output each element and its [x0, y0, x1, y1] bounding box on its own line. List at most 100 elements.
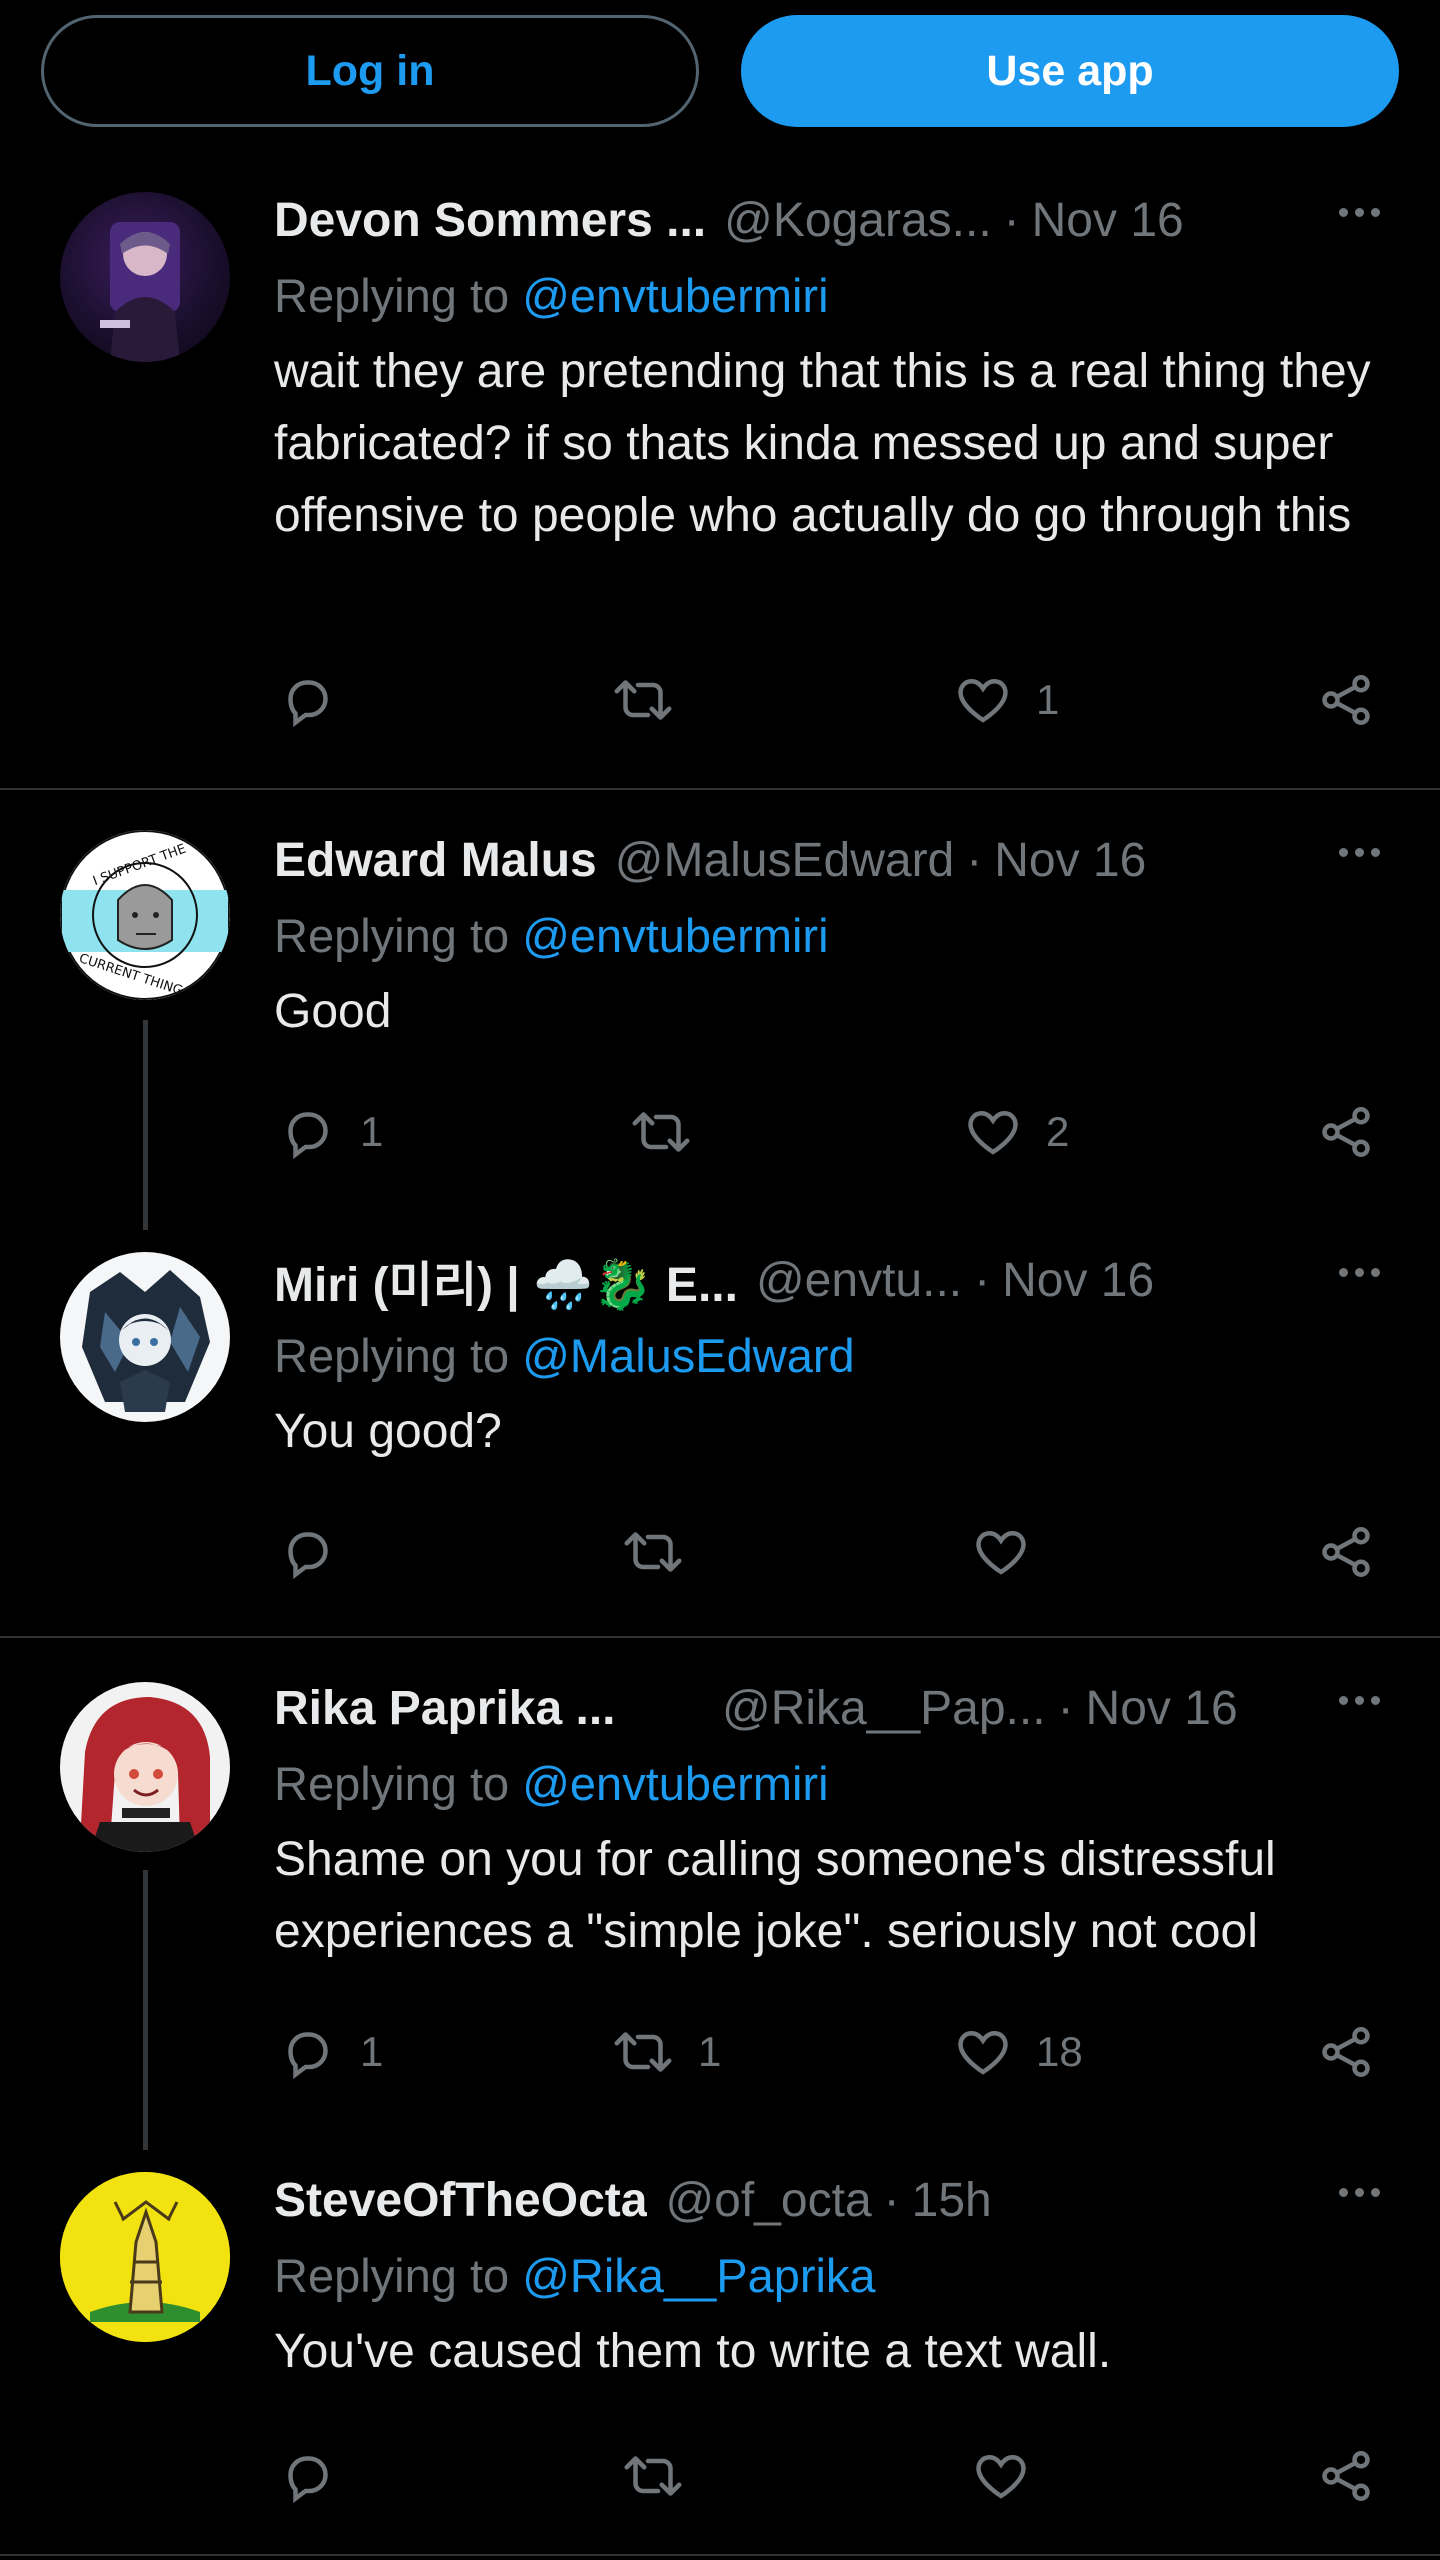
- timestamp[interactable]: Nov 16: [1086, 1681, 1238, 1736]
- more-options-icon[interactable]: [1339, 208, 1380, 217]
- npc-badge-icon: I SUPPORT THE CURRENT THING: [60, 830, 230, 1000]
- tweet[interactable]: Miri (미리) | 🌧️🐉 E... @envtu... · Nov 16 …: [0, 1210, 1440, 1638]
- replying-to: Replying to @Rika__Paprika: [274, 2244, 1380, 2308]
- tweet[interactable]: I SUPPORT THE CURRENT THING Edward Malus…: [0, 790, 1440, 1230]
- tweet-text: You've caused them to write a text wall.: [274, 2325, 1112, 2378]
- timestamp[interactable]: Nov 16: [1032, 193, 1184, 248]
- user-handle[interactable]: @MalusEdward: [615, 833, 955, 888]
- user-handle[interactable]: @envtu...: [756, 1253, 962, 1308]
- avatar-dark-figure-icon: [100, 222, 180, 362]
- retweet-button[interactable]: [620, 2446, 708, 2506]
- heart-icon: [976, 2454, 1026, 2499]
- display-name[interactable]: SteveOfTheOcta: [274, 2173, 647, 2228]
- divider: [0, 2554, 1440, 2556]
- like-count: 1: [1036, 676, 1060, 723]
- more-options-icon[interactable]: [1339, 1268, 1380, 1277]
- like-button[interactable]: 1: [952, 670, 1059, 730]
- heart-icon: [976, 1530, 1026, 1575]
- reply-button[interactable]: [278, 2446, 360, 2506]
- tweet[interactable]: Rika Paprika ... @Rika__Pap... · Nov 16 …: [0, 1638, 1440, 2150]
- mention-link[interactable]: @Rika__Paprika: [522, 2249, 875, 2302]
- like-count: 2: [1046, 1108, 1070, 1155]
- display-name[interactable]: Devon Sommers ...: [274, 193, 706, 248]
- replying-to-prefix: Replying to: [274, 1757, 523, 1810]
- avatar[interactable]: I SUPPORT THE CURRENT THING: [60, 830, 230, 1000]
- reply-count: 1: [360, 2028, 384, 2075]
- replying-to-prefix: Replying to: [274, 909, 523, 962]
- timestamp[interactable]: Nov 16: [1002, 1253, 1154, 1308]
- user-handle[interactable]: @of_octa: [665, 2173, 871, 2228]
- more-options-icon[interactable]: [1339, 2188, 1380, 2197]
- reply-button[interactable]: 1: [278, 1102, 383, 1162]
- reply-count: 1: [360, 1108, 384, 1155]
- user-handle[interactable]: @Kogaras...: [724, 193, 992, 248]
- like-button[interactable]: 2: [962, 1102, 1069, 1162]
- reply-icon: [288, 1112, 328, 1159]
- mention-link[interactable]: @envtubermiri: [522, 909, 828, 962]
- mention-link[interactable]: @envtubermiri: [522, 1757, 828, 1810]
- anime-character-icon: [82, 1270, 210, 1412]
- more-options-icon[interactable]: [1339, 848, 1380, 857]
- retweet-icon: [624, 2456, 682, 2496]
- display-name[interactable]: Edward Malus: [274, 833, 597, 888]
- retweet-icon: [632, 1112, 690, 1152]
- retweet-button[interactable]: 1: [610, 2022, 721, 2082]
- avatar[interactable]: [60, 2172, 230, 2342]
- yellow-flag-icon: [60, 2172, 230, 2342]
- separator-dot: ·: [974, 1253, 991, 1307]
- use-app-button[interactable]: Use app: [741, 15, 1399, 127]
- share-icon: [1322, 1527, 1370, 1577]
- avatar[interactable]: [60, 192, 230, 362]
- retweet-button[interactable]: [628, 1102, 716, 1162]
- retweet-count: 1: [698, 2028, 722, 2075]
- top-bar: Log in Use app: [0, 0, 1440, 150]
- like-button[interactable]: 18: [952, 2022, 1083, 2082]
- reply-button[interactable]: [278, 1522, 360, 1582]
- timestamp[interactable]: 15h: [912, 2173, 992, 2228]
- replying-to: Replying to @envtubermiri: [274, 904, 1380, 968]
- reply-icon: [288, 1532, 328, 1579]
- replying-to: Replying to @MalusEdward: [274, 1324, 1380, 1388]
- reply-icon: [288, 2032, 328, 2079]
- replying-to: Replying to @envtubermiri: [274, 1752, 1380, 1816]
- like-button[interactable]: [970, 1522, 1054, 1582]
- timestamp[interactable]: Nov 16: [994, 833, 1146, 888]
- display-name[interactable]: Miri (미리) | 🌧️🐉 E...: [274, 1245, 738, 1315]
- like-button[interactable]: [970, 2446, 1054, 2506]
- login-button[interactable]: Log in: [41, 15, 699, 127]
- retweet-icon: [624, 1532, 682, 1572]
- tweet-actions: 1 2: [0, 1102, 1440, 1172]
- tweet[interactable]: SteveOfTheOcta @of_octa · 15h Replying t…: [0, 2130, 1440, 2560]
- share-icon: [1322, 2451, 1370, 2501]
- heart-icon: [968, 1110, 1018, 1155]
- more-options-icon[interactable]: [1339, 1696, 1380, 1705]
- replying-to-prefix: Replying to: [274, 269, 523, 322]
- display-name[interactable]: Rika Paprika ...: [274, 1681, 704, 1736]
- share-icon: [1322, 1107, 1370, 1157]
- mention-link[interactable]: @MalusEdward: [522, 1329, 854, 1382]
- thread-line: [143, 1870, 148, 2150]
- reply-button[interactable]: [278, 670, 360, 730]
- tweet-text: You good?: [274, 1405, 502, 1458]
- share-icon: [1322, 675, 1370, 725]
- share-button[interactable]: [1316, 1102, 1376, 1162]
- retweet-button[interactable]: [610, 670, 698, 730]
- share-button[interactable]: [1316, 2022, 1376, 2082]
- reply-icon: [288, 2456, 328, 2503]
- share-button[interactable]: [1316, 2446, 1376, 2506]
- retweet-button[interactable]: [620, 1522, 708, 1582]
- reply-button[interactable]: 1: [278, 2022, 383, 2082]
- heart-icon: [958, 2030, 1008, 2075]
- tweet[interactable]: Devon Sommers ... @Kogaras... · Nov 16 R…: [0, 150, 1440, 790]
- reply-icon: [288, 680, 328, 727]
- share-button[interactable]: [1316, 1522, 1376, 1582]
- avatar[interactable]: [60, 1682, 230, 1852]
- separator-dot: ·: [966, 833, 983, 887]
- share-icon: [1322, 2027, 1370, 2077]
- mention-link[interactable]: @envtubermiri: [522, 269, 828, 322]
- avatar[interactable]: [60, 1252, 230, 1422]
- separator-dot: ·: [883, 2173, 900, 2227]
- user-handle[interactable]: @Rika__Pap...: [722, 1681, 1046, 1736]
- tweet-text: Good: [274, 985, 392, 1038]
- share-button[interactable]: [1316, 670, 1376, 730]
